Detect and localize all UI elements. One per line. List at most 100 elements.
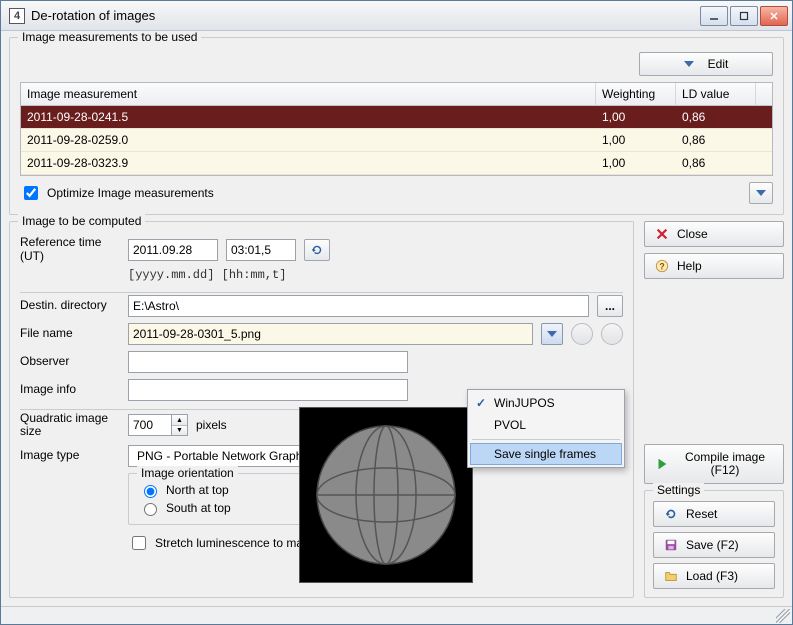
file-dropdown-menu[interactable]: ✓ WinJUPOS PVOL Save single frames (467, 389, 625, 468)
compute-group-title: Image to be computed (18, 214, 145, 228)
spin-down[interactable]: ▼ (172, 426, 187, 436)
quad-input[interactable] (128, 414, 172, 436)
menu-item-label: WinJUPOS (494, 396, 555, 410)
undo-icon (664, 507, 678, 521)
dest-input[interactable] (128, 295, 589, 317)
reset-button[interactable]: Reset (653, 501, 775, 527)
cell-ld: 0,86 (676, 152, 756, 174)
orientation-title: Image orientation (137, 466, 238, 480)
optimize-checkbox-input[interactable] (24, 186, 38, 200)
reset-label: Reset (686, 507, 717, 521)
file-dropdown-button[interactable] (541, 323, 563, 345)
quad-unit: pixels (196, 418, 227, 432)
dest-label: Destin. directory (20, 299, 120, 313)
measurements-table[interactable]: Image measurement Weighting LD value 201… (20, 82, 773, 176)
preview-pane (299, 407, 473, 583)
measurements-group-title: Image measurements to be used (18, 31, 201, 44)
quad-label: Quadratic image size (20, 412, 120, 440)
lower-area: Image to be computed Reference time (UT)… (9, 221, 784, 598)
collapse-button[interactable] (749, 182, 773, 204)
window-title: De-rotation of images (31, 8, 700, 23)
planet-icon (311, 420, 461, 570)
ref-date-input[interactable] (128, 239, 218, 261)
content: Image measurements to be used Edit Image… (1, 31, 792, 606)
type-label: Image type (20, 449, 120, 463)
svg-text:?: ? (659, 262, 664, 272)
save-label: Save (F2) (686, 538, 739, 552)
minimize-button[interactable] (700, 6, 728, 26)
col-header-weighting[interactable]: Weighting (596, 83, 676, 105)
cell-measurement: 2011-09-28-0259.0 (21, 129, 596, 151)
maximize-icon (739, 11, 749, 21)
record-button-1[interactable] (571, 323, 593, 345)
quad-spinner[interactable]: ▲ ▼ (128, 414, 188, 436)
reset-time-button[interactable] (304, 239, 330, 261)
folder-icon (664, 569, 678, 583)
menu-item-save-single-frames[interactable]: Save single frames (470, 443, 622, 465)
info-input[interactable] (128, 379, 408, 401)
info-label: Image info (20, 383, 120, 397)
minimize-icon (709, 11, 719, 21)
close-button[interactable]: Close (644, 221, 784, 247)
undo-icon (310, 243, 324, 257)
ref-time-label: Reference time (UT) (20, 236, 120, 264)
close-icon (655, 227, 669, 241)
app-icon: 4 (9, 8, 25, 24)
cell-weighting: 1,00 (596, 152, 676, 174)
menu-item-winjupos[interactable]: ✓ WinJUPOS (470, 392, 622, 414)
close-label: Close (677, 227, 708, 241)
help-icon: ? (655, 259, 669, 273)
load-button[interactable]: Load (F3) (653, 563, 775, 589)
cell-ld: 0,86 (676, 129, 756, 151)
chevron-down-icon (547, 331, 557, 337)
optimize-checkbox[interactable]: Optimize Image measurements (20, 183, 214, 203)
ref-time-input[interactable] (226, 239, 296, 261)
measurements-group: Image measurements to be used Edit Image… (9, 37, 784, 215)
menu-item-label: PVOL (494, 418, 526, 432)
maximize-button[interactable] (730, 6, 758, 26)
observer-label: Observer (20, 355, 120, 369)
cell-ld: 0,86 (676, 106, 756, 128)
load-label: Load (F3) (686, 569, 738, 583)
spin-up[interactable]: ▲ (172, 415, 187, 426)
menu-separator (472, 439, 620, 440)
file-label: File name (20, 327, 120, 341)
compile-label: Compile image (F12) (677, 451, 773, 477)
file-input[interactable] (128, 323, 533, 345)
col-header-ld[interactable]: LD value (676, 83, 756, 105)
titlebar[interactable]: 4 De-rotation of images (1, 1, 792, 31)
resize-grip-icon[interactable] (776, 609, 790, 623)
observer-input[interactable] (128, 351, 408, 373)
edit-button-label: Edit (708, 57, 729, 71)
optimize-label: Optimize Image measurements (47, 186, 214, 200)
table-header: Image measurement Weighting LD value (21, 83, 772, 106)
table-body: 2011-09-28-0241.5 1,00 0,86 2011-09-28-0… (21, 106, 772, 175)
save-button[interactable]: Save (F2) (653, 532, 775, 558)
menu-item-pvol[interactable]: PVOL (470, 414, 622, 436)
chevron-down-icon (684, 61, 694, 67)
table-row[interactable]: 2011-09-28-0323.9 1,00 0,86 (21, 152, 772, 175)
col-header-measurement[interactable]: Image measurement (21, 83, 596, 105)
compile-button[interactable]: Compile image (F12) (644, 444, 784, 484)
table-row[interactable]: 2011-09-28-0259.0 1,00 0,86 (21, 129, 772, 152)
south-label: South at top (166, 501, 231, 515)
close-window-button[interactable] (760, 6, 788, 26)
window-buttons (700, 6, 788, 26)
north-label: North at top (166, 483, 229, 497)
help-button[interactable]: ? Help (644, 253, 784, 279)
cell-measurement: 2011-09-28-0323.9 (21, 152, 596, 174)
cell-weighting: 1,00 (596, 129, 676, 151)
close-icon (769, 11, 779, 21)
statusbar (1, 606, 792, 624)
save-icon (664, 538, 678, 552)
table-row[interactable]: 2011-09-28-0241.5 1,00 0,86 (21, 106, 772, 129)
settings-title: Settings (653, 483, 704, 497)
cell-weighting: 1,00 (596, 106, 676, 128)
record-button-2[interactable] (601, 323, 623, 345)
settings-group: Settings Reset Save (F2) Load (F3) (644, 490, 784, 598)
ellipsis-icon: ... (605, 299, 615, 313)
browse-button[interactable]: ... (597, 295, 623, 317)
menu-item-label: Save single frames (494, 447, 596, 461)
ref-time-hint: [yyyy.mm.dd] [hh:mm,t] (128, 268, 623, 282)
edit-button[interactable]: Edit (639, 52, 773, 76)
